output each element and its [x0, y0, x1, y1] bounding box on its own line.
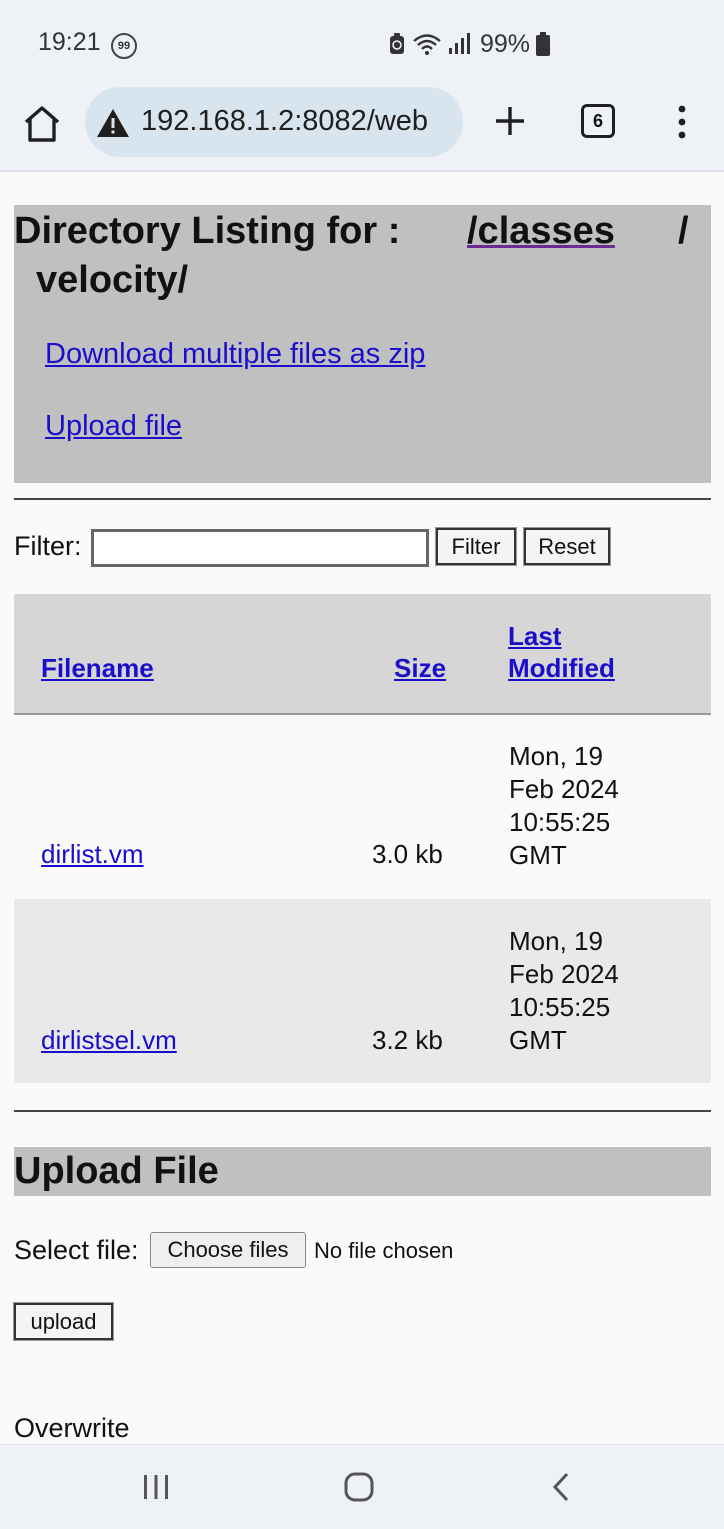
filter-label: Filter: [14, 531, 82, 561]
date-line: 10:55:25 [509, 807, 611, 837]
file-date: Mon, 19 Feb 2024 10:55:25 GMT [509, 925, 659, 1057]
web-page: Directory Listing for : /classes / veloc… [0, 172, 724, 1444]
column-filename[interactable]: Filename [41, 652, 154, 684]
tab-count: 6 [592, 111, 603, 131]
date-line: Mon, 19 [509, 741, 603, 771]
title-prefix: Directory Listing for : [14, 210, 401, 252]
status-time: 19:21 [38, 28, 101, 56]
divider [14, 1110, 711, 1112]
table-header: Filename Size Last Modified [14, 594, 711, 715]
column-last-modified-line2: Modified [508, 653, 615, 683]
date-line: 10:55:25 [509, 992, 611, 1022]
upload-heading: Upload File [14, 1147, 711, 1196]
date-line: Feb 2024 [509, 774, 619, 804]
column-size[interactable]: Size [394, 652, 446, 684]
home-nav-icon[interactable] [343, 1471, 375, 1503]
no-file-chosen-text: No file chosen [314, 1238, 454, 1263]
table-row: dirlist.vm 3.0 kb Mon, 19 Feb 2024 10:55… [14, 715, 711, 899]
directory-header: Directory Listing for : /classes / veloc… [14, 205, 711, 483]
battery-percentage: 99% [480, 29, 531, 58]
file-size: 3.2 kb [372, 1025, 443, 1055]
back-icon[interactable] [550, 1471, 572, 1503]
signal-icon [449, 33, 470, 54]
divider [14, 498, 711, 500]
more-menu-icon[interactable] [672, 100, 692, 144]
battery-icon [536, 32, 551, 56]
reset-button[interactable]: Reset [523, 527, 611, 566]
select-file-label: Select file: [14, 1235, 139, 1265]
date-line: GMT [509, 840, 567, 870]
column-last-modified[interactable]: Last Modified [508, 620, 615, 684]
file-size: 3.0 kb [372, 839, 443, 869]
warning-icon[interactable] [96, 108, 130, 138]
upload-file-link[interactable]: Upload file [45, 410, 182, 443]
recent-apps-icon[interactable] [142, 1473, 170, 1501]
table-row: dirlistsel.vm 3.2 kb Mon, 19 Feb 2024 10… [14, 899, 711, 1083]
date-line: Feb 2024 [509, 959, 619, 989]
filter-input[interactable] [91, 529, 429, 567]
url-bar[interactable]: 192.168.1.2:8082/web [85, 87, 463, 157]
upload-button[interactable]: upload [13, 1302, 114, 1341]
date-line: Mon, 19 [509, 926, 603, 956]
status-bar: 19:21 99 99% [0, 0, 724, 84]
breadcrumb-classes-link[interactable]: /classes [467, 207, 615, 256]
status-icons: 99% [388, 28, 551, 60]
filter-button[interactable]: Filter [435, 527, 517, 566]
tab-switcher-button[interactable]: 6 [581, 104, 615, 138]
choose-files-button[interactable]: Choose files [150, 1232, 306, 1268]
home-icon[interactable] [20, 102, 64, 146]
date-line: GMT [509, 1025, 567, 1055]
notification-badge: 99 [111, 33, 137, 59]
file-date: Mon, 19 Feb 2024 10:55:25 GMT [509, 740, 659, 872]
wifi-icon [413, 34, 441, 55]
system-nav-bar [0, 1444, 724, 1529]
browser-toolbar: 192.168.1.2:8082/web 6 [0, 84, 724, 172]
breadcrumb-current: velocity/ [36, 259, 189, 301]
file-link[interactable]: dirlistsel.vm [41, 1025, 177, 1056]
file-link[interactable]: dirlist.vm [41, 839, 144, 870]
overwrite-label: Overwrite [14, 1413, 130, 1443]
download-zip-link[interactable]: Download multiple files as zip [45, 338, 425, 371]
filter-form: Filter: Filter Reset [14, 527, 711, 567]
breadcrumb-separator: / [678, 210, 689, 252]
column-last-modified-line1: Last [508, 621, 562, 651]
url-text[interactable]: 192.168.1.2:8082/web [141, 105, 428, 138]
plus-icon[interactable] [490, 101, 530, 141]
recycle-icon [390, 33, 404, 54]
